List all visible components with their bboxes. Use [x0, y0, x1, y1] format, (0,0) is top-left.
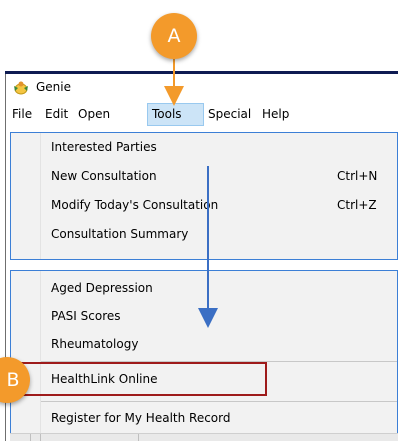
dropdown-gutter: [11, 133, 41, 259]
menu-item-aged-depression[interactable]: Aged Depression: [51, 281, 153, 295]
genie-app-icon: [12, 79, 30, 97]
menu-special[interactable]: Special: [204, 103, 255, 126]
table-column-divider: [30, 434, 31, 441]
menu-file[interactable]: File: [8, 103, 36, 126]
bottom-table-strip: [10, 433, 398, 441]
callout-a: A: [151, 13, 197, 59]
dropdown-gutter: [11, 271, 41, 441]
app-title: Genie: [36, 80, 72, 94]
shortcut-modify-consultation: Ctrl+Z: [337, 198, 377, 212]
menu-separator: [41, 401, 397, 402]
table-column-divider: [138, 434, 139, 441]
menu-open[interactable]: Open: [74, 103, 114, 126]
menu-item-consultation-summary[interactable]: Consultation Summary: [51, 227, 188, 241]
menu-item-register-my-health-record[interactable]: Register for My Health Record: [51, 411, 230, 425]
menu-edit[interactable]: Edit: [41, 103, 72, 126]
tools-dropdown-bottom: Aged Depression PASI Scores Rheumatology…: [10, 270, 398, 441]
menu-item-rheumatology[interactable]: Rheumatology: [51, 337, 138, 351]
menu-bar: File Edit Open Tools Special Help: [6, 103, 398, 126]
menu-tools[interactable]: Tools: [147, 103, 204, 126]
menu-item-new-consultation[interactable]: New Consultation: [51, 169, 157, 183]
title-bar: Genie: [6, 74, 398, 101]
screenshot-canvas: Genie File Edit Open Tools Special Help …: [0, 0, 398, 441]
menu-help[interactable]: Help: [258, 103, 293, 126]
menu-item-pasi-scores[interactable]: PASI Scores: [51, 309, 121, 323]
menu-item-interested-parties[interactable]: Interested Parties: [51, 140, 157, 154]
shortcut-new-consultation: Ctrl+N: [337, 169, 378, 183]
table-column-divider: [40, 434, 41, 441]
healthlink-highlight-box: [20, 362, 267, 396]
tools-dropdown-top: Interested Parties New Consultation Ctrl…: [10, 132, 398, 260]
menu-item-modify-consultation[interactable]: Modify Today's Consultation: [51, 198, 218, 212]
